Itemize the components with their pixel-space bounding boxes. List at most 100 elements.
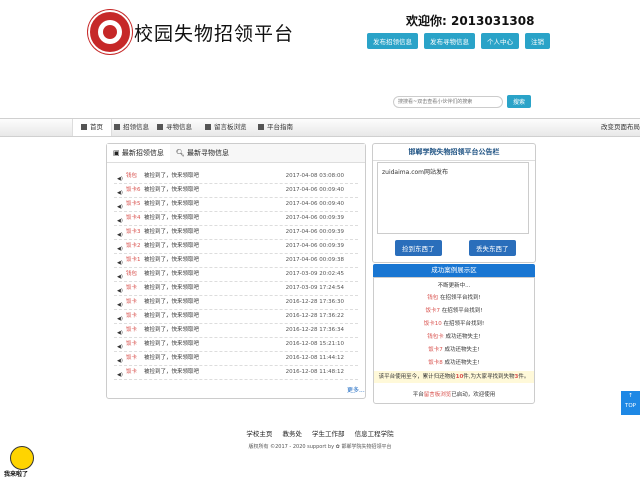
message-board-link[interactable]: 留言板浏览 (424, 392, 452, 398)
item-tag[interactable]: 饭卡6 (126, 184, 141, 197)
item-tag[interactable]: 饭卡3 (126, 226, 141, 239)
search-button[interactable]: 搜索 (507, 95, 532, 108)
item-time: 2016-12-28 17:36:30 (285, 299, 344, 305)
item-time: 2017-04-06 00:09:40 (285, 187, 344, 193)
search-icon: 🔍︎ (175, 149, 187, 157)
info-row[interactable]: ◀) 钱包 被捡到了，快来领取吧 2017-03-09 20:02:45 (114, 268, 358, 282)
lost-item-button[interactable]: 丢失东西了 (469, 240, 516, 256)
case-item: 饭卡8 成功还物失主! (374, 358, 534, 366)
info-row[interactable]: ◀) 饭卡6 被捡到了，快来领取吧 2017-04-06 00:09:40 (114, 184, 358, 198)
case-item-text: 在招领平台找到! (440, 295, 481, 301)
case-item-name[interactable]: 饭卡8 (428, 360, 443, 366)
publish-found-button[interactable]: 发布招领信息 (367, 33, 418, 49)
welcome-text: 欢迎你: 2013031308 (406, 14, 535, 28)
case-item-name[interactable]: 饭卡7 (428, 347, 443, 353)
message-board-note: 平台留言板浏览已启动，欢迎使用 (412, 392, 496, 398)
item-tag[interactable]: 饭卡 (126, 310, 137, 323)
info-row[interactable]: ◀) 饭卡2 被捡到了，快来领取吧 2017-04-06 00:09:39 (114, 240, 358, 254)
info-row[interactable]: ◀) 钱包 被捡到了，快来领取吧 2017-04-08 03:08:00 (114, 170, 358, 184)
item-tag[interactable]: 饭卡 (126, 324, 137, 337)
item-message: 被捡到了，快来领取吧 (144, 201, 200, 207)
item-tag[interactable]: 饭卡 (126, 338, 137, 351)
case-item-name[interactable]: 饭卡10 (424, 321, 442, 327)
mascot-widget[interactable]: 我来啦了 (4, 444, 38, 478)
info-row[interactable]: ◀) 饭卡3 被捡到了，快来领取吧 2017-04-06 00:09:39 (114, 226, 358, 240)
info-tabs: ▣ 最新招领信息 🔍︎ 最新寻物信息 (107, 144, 365, 163)
case-item-text: 在招领平台找到! (441, 308, 483, 314)
main-nav: 首页 招领信息 寻物信息 留言板浏览 平台指南 改变页面布局 (0, 118, 640, 137)
item-message: 被捡到了，快来领取吧 (144, 215, 200, 221)
logout-button[interactable]: 注销 (525, 33, 550, 49)
item-time: 2016-12-28 17:36:34 (285, 327, 344, 333)
item-time: 2016-12-08 15:21:10 (285, 341, 344, 347)
footer-link-school[interactable]: 学校主页 (246, 430, 272, 438)
search-icon (157, 124, 163, 130)
tab-latest-found[interactable]: ▣ 最新招领信息 (107, 144, 170, 162)
footer-link-student-affairs[interactable]: 学生工作部 (312, 430, 345, 438)
change-layout-link[interactable]: 改变页面布局 (601, 119, 640, 136)
item-tag[interactable]: 饭卡 (126, 296, 137, 309)
case-item: 饭卡10 在招领平台找到! (374, 319, 534, 327)
info-row[interactable]: ◀) 饭卡1 被捡到了，快来领取吧 2017-04-06 00:09:38 (114, 254, 358, 268)
info-row[interactable]: ◀) 饭卡 被捡到了，快来领取吧 2016-12-08 15:21:10 (114, 338, 358, 352)
nav-lost-info[interactable]: 寻物信息 (157, 119, 192, 136)
announcement-panel: 邯郸学院失物招领平台公告栏 zuidaima.com网站发布 捡到东西了 丢失东… (372, 143, 536, 263)
item-tag[interactable]: 饭卡 (126, 366, 137, 379)
tab-latest-lost[interactable]: 🔍︎ 最新寻物信息 (170, 144, 235, 162)
item-message: 被捡到了，快来领取吧 (144, 327, 200, 333)
publish-lost-button[interactable]: 发布寻物信息 (424, 33, 475, 49)
case-item-name[interactable]: 钱包 (427, 295, 438, 301)
item-message: 被捡到了，快来领取吧 (144, 341, 200, 347)
latest-info-panel: ▣ 最新招领信息 🔍︎ 最新寻物信息 ◀) 钱包 被捡到了，快来领取吧 2017-04… (106, 143, 366, 399)
item-time: 2017-03-09 17:24:54 (285, 285, 344, 291)
picture-icon: ▣ (113, 149, 122, 157)
item-time: 2017-04-06 00:09:40 (285, 201, 344, 207)
item-time: 2017-04-08 03:08:00 (285, 173, 344, 179)
info-row[interactable]: ◀) 饭卡 被捡到了，快来领取吧 2017-03-09 17:24:54 (114, 282, 358, 296)
copyright: 版权所有 ©2017 - 2020 support by ✿ 邯郸学院失物招领平… (248, 444, 392, 450)
footer-link-academic[interactable]: 教务处 (282, 430, 302, 438)
case-item-name[interactable]: 饭卡7 (426, 308, 441, 314)
info-row[interactable]: ◀) 饭卡5 被捡到了，快来领取吧 2017-04-06 00:09:40 (114, 198, 358, 212)
nav-found-info[interactable]: 招领信息 (114, 119, 149, 136)
success-cases-title: 成功案例展示区 (373, 264, 535, 277)
item-tag[interactable]: 钱包 (126, 268, 137, 281)
info-row[interactable]: ◀) 饭卡4 被捡到了，快来领取吧 2017-04-06 00:09:39 (114, 212, 358, 226)
nav-guide[interactable]: 平台指南 (258, 119, 293, 136)
info-row[interactable]: ◀) 饭卡 被捡到了，快来领取吧 2016-12-08 11:48:12 (114, 366, 358, 380)
info-row[interactable]: ◀) 饭卡 被捡到了，快来领取吧 2016-12-08 11:44:12 (114, 352, 358, 366)
item-tag[interactable]: 饭卡 (126, 282, 137, 295)
info-row[interactable]: ◀) 饭卡 被捡到了，快来领取吧 2016-12-28 17:36:30 (114, 296, 358, 310)
cases-subtitle: 不断更新中... (437, 283, 471, 289)
more-link[interactable]: 更多... (347, 385, 365, 394)
search-bar: 搜索 (393, 95, 532, 108)
nav-home[interactable]: 首页 (72, 119, 112, 136)
item-tag[interactable]: 饭卡2 (126, 240, 141, 253)
speaker-icon: ◀) (117, 372, 123, 378)
item-message: 被捡到了，快来领取吧 (144, 285, 200, 291)
nav-message-board[interactable]: 留言板浏览 (205, 119, 247, 136)
footer-link-info-engineering[interactable]: 信息工程学院 (355, 430, 394, 438)
item-message: 被捡到了，快来领取吧 (144, 369, 200, 375)
found-item-button[interactable]: 捡到东西了 (395, 240, 442, 256)
search-input[interactable] (393, 95, 503, 108)
item-message: 被捡到了，快来领取吧 (144, 173, 200, 179)
item-message: 被捡到了，快来领取吧 (144, 271, 200, 277)
case-item: 钱包 在招领平台找到! (374, 293, 534, 301)
item-tag[interactable]: 饭卡 (126, 352, 137, 365)
item-tag[interactable]: 饭卡5 (126, 198, 141, 211)
item-tag[interactable]: 钱包 (126, 170, 137, 183)
back-to-top-button[interactable]: ↑ TOP (621, 391, 640, 415)
item-tag[interactable]: 饭卡4 (126, 212, 141, 225)
info-row[interactable]: ◀) 饭卡 被捡到了，快来领取吧 2016-12-28 17:36:22 (114, 310, 358, 324)
info-row[interactable]: ◀) 饭卡 被捡到了，快来领取吧 2016-12-28 17:36:34 (114, 324, 358, 338)
info-icon (258, 124, 264, 130)
item-tag[interactable]: 饭卡1 (126, 254, 141, 267)
item-message: 被捡到了，快来领取吧 (144, 313, 200, 319)
item-time: 2017-04-06 00:09:38 (285, 257, 344, 263)
case-item-name[interactable]: 钱包卡 (427, 334, 444, 340)
picture-icon (114, 124, 120, 130)
item-message: 被捡到了，快来领取吧 (144, 299, 200, 305)
personal-center-button[interactable]: 个人中心 (481, 33, 519, 49)
footer-links: 学校主页 教务处 学生工作部 信息工程学院 (0, 428, 640, 438)
